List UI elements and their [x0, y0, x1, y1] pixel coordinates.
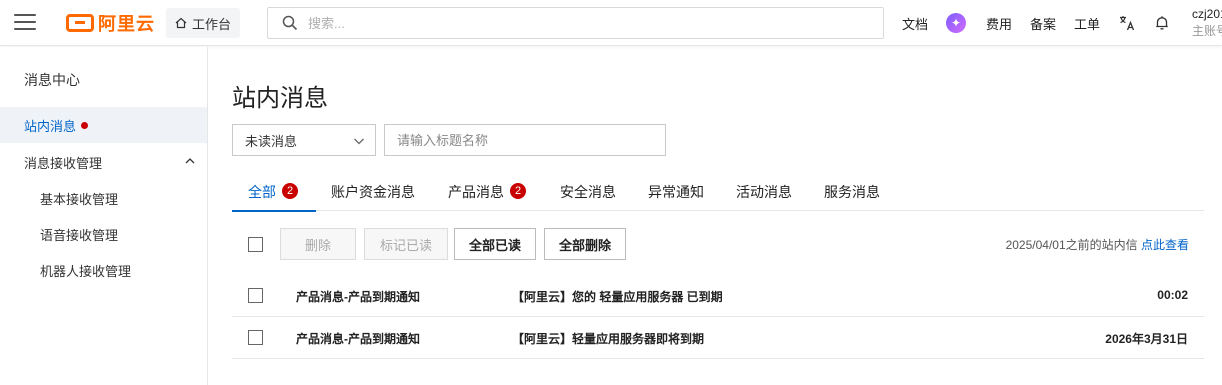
- message-time: 00:02: [1157, 288, 1188, 302]
- menu-icon[interactable]: [14, 14, 36, 32]
- user-menu[interactable]: czj201 主账号: [1192, 6, 1222, 40]
- count-badge: 2: [510, 183, 526, 199]
- language-switch[interactable]: [1118, 0, 1136, 46]
- sidebar-item-label: 语音接收管理: [40, 227, 119, 243]
- search-input[interactable]: [308, 15, 883, 31]
- sidebar-item-label: 消息接收管理: [24, 155, 103, 171]
- select-all-checkbox[interactable]: [248, 237, 263, 252]
- tab-label: 安全消息: [560, 184, 616, 200]
- page-title: 站内消息: [232, 85, 328, 112]
- nav-tickets[interactable]: 工单: [1074, 0, 1100, 46]
- sidebar-item-voice-receive[interactable]: 语音接收管理: [0, 216, 207, 252]
- chevron-up-icon: [185, 158, 195, 164]
- workbench-button[interactable]: 工作台: [166, 8, 241, 38]
- global-search[interactable]: [267, 7, 884, 39]
- delete-button[interactable]: 删除: [280, 228, 356, 260]
- row-checkbox[interactable]: [248, 288, 263, 303]
- tab-activity[interactable]: 活动消息: [736, 175, 792, 211]
- table-row[interactable]: 产品消息-产品到期通知 【阿里云】轻量应用服务器即将到期 2026年3月31日: [232, 317, 1204, 359]
- tab-product[interactable]: 产品消息 2: [448, 175, 526, 211]
- top-navbar: 阿里云 工作台 文档 ✦ 费用 备案 工单 czj201 主账号: [0, 0, 1222, 46]
- tab-account-funds[interactable]: 账户资金消息: [331, 175, 415, 211]
- select-value: 未读消息: [245, 133, 298, 149]
- aliyun-logo[interactable]: 阿里云: [66, 12, 155, 34]
- notification-button[interactable]: [1154, 0, 1170, 46]
- workbench-label: 工作台: [192, 16, 232, 32]
- user-name: czj201: [1192, 7, 1222, 21]
- sparkle-icon: ✦: [946, 13, 966, 33]
- search-icon: [282, 15, 298, 31]
- table-row[interactable]: 产品消息-产品到期通知 【阿里云】您的 轻量应用服务器 已到期 00:02: [232, 275, 1204, 317]
- tab-security[interactable]: 安全消息: [560, 175, 616, 211]
- history-hint-text: 2025/04/01之前的站内信: [1005, 238, 1138, 252]
- nav-docs[interactable]: 文档: [902, 0, 928, 46]
- sidebar: 消息中心 站内消息 消息接收管理 基本接收管理 语音接收管理 机器人接收管理: [0, 47, 208, 385]
- nav-icp[interactable]: 备案: [1030, 0, 1056, 46]
- tab-all[interactable]: 全部 2: [232, 175, 316, 212]
- tab-service[interactable]: 服务消息: [824, 175, 880, 211]
- sidebar-item-inbox[interactable]: 站内消息: [0, 107, 207, 143]
- chevron-down-icon: [354, 138, 364, 145]
- read-status-select[interactable]: 未读消息: [232, 124, 376, 156]
- user-role: 主账号: [1192, 24, 1222, 38]
- message-title[interactable]: 【阿里云】您的 轻量应用服务器 已到期: [512, 288, 723, 305]
- title-search-input[interactable]: [384, 124, 666, 156]
- sidebar-item-receive-management[interactable]: 消息接收管理: [0, 144, 207, 180]
- home-icon: [175, 17, 187, 29]
- view-history-link[interactable]: 点此查看: [1141, 238, 1189, 252]
- ai-assistant-button[interactable]: ✦: [946, 0, 966, 46]
- message-title[interactable]: 【阿里云】轻量应用服务器即将到期: [512, 330, 704, 347]
- sidebar-item-label: 基本接收管理: [40, 191, 119, 207]
- tab-label: 产品消息: [448, 184, 504, 200]
- nav-billing[interactable]: 费用: [986, 0, 1012, 46]
- aliyun-logo-mark: [66, 14, 94, 32]
- message-category: 产品消息-产品到期通知: [296, 290, 420, 304]
- message-tabs: 全部 2 账户资金消息 产品消息 2 安全消息 异常通知 活动消息 服务消息: [232, 175, 1204, 212]
- count-badge: 2: [282, 183, 298, 199]
- message-time: 2026年3月31日: [1105, 332, 1188, 346]
- unread-dot: [81, 121, 89, 129]
- sidebar-item-label: 机器人接收管理: [40, 263, 132, 279]
- mark-all-read-button[interactable]: 全部已读: [454, 228, 536, 260]
- message-category: 产品消息-产品到期通知: [296, 332, 420, 346]
- sidebar-item-robot-receive[interactable]: 机器人接收管理: [0, 252, 207, 288]
- translate-icon: [1120, 16, 1135, 31]
- logo-text: 阿里云: [98, 14, 155, 34]
- tab-label: 异常通知: [648, 184, 704, 200]
- tab-exception[interactable]: 异常通知: [648, 175, 704, 211]
- mark-read-button[interactable]: 标记已读: [364, 228, 448, 260]
- tab-label: 服务消息: [824, 184, 880, 200]
- row-checkbox[interactable]: [248, 330, 263, 345]
- sidebar-item-basic-receive[interactable]: 基本接收管理: [0, 180, 207, 216]
- tab-label: 账户资金消息: [331, 184, 415, 200]
- sidebar-title: 消息中心: [24, 72, 80, 88]
- bell-icon: [1156, 16, 1168, 30]
- tab-label: 全部: [248, 184, 276, 200]
- main-content: 站内消息 未读消息 全部 2 账户资金消息 产品消息 2 安全消息 异常通知 活…: [208, 47, 1222, 385]
- history-hint: 2025/04/01之前的站内信 点此查看: [1006, 236, 1189, 253]
- sidebar-item-label: 站内消息: [24, 118, 77, 134]
- tab-label: 活动消息: [736, 184, 792, 200]
- delete-all-button[interactable]: 全部删除: [544, 228, 626, 260]
